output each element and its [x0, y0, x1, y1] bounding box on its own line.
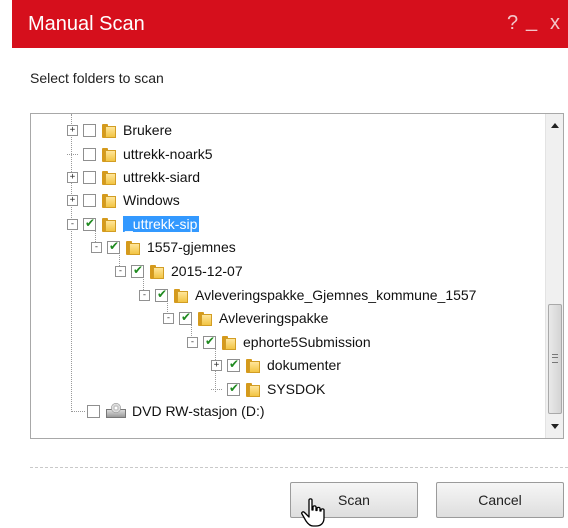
- tree-node-uttrekk-noark5[interactable]: uttrekk-noark5: [67, 143, 212, 165]
- tree-node-2015-12-07[interactable]: - 2015-12-07: [115, 260, 243, 282]
- tree-node-1557-gjemnes[interactable]: - 1557-gjemnes: [91, 236, 236, 258]
- tree-node-label[interactable]: ephorte5Submission: [243, 334, 371, 350]
- folder-icon: [198, 310, 212, 326]
- tree-node-label[interactable]: Avleveringspakke: [219, 310, 328, 326]
- minimize-icon[interactable]: _: [526, 10, 537, 33]
- instruction-text: Select folders to scan: [30, 70, 164, 86]
- checkbox[interactable]: [83, 216, 96, 231]
- checkbox[interactable]: [227, 381, 240, 396]
- tree-node-label[interactable]: 2015-12-07: [171, 263, 243, 279]
- folder-icon: [246, 381, 260, 397]
- checkbox[interactable]: [227, 357, 240, 372]
- tree-node-uttrekk-siard[interactable]: + uttrekk-siard: [67, 166, 200, 188]
- folder-icon: [102, 122, 116, 138]
- checkbox[interactable]: [155, 287, 168, 302]
- folder-icon: [102, 216, 116, 232]
- tree-node-sysdok[interactable]: SYSDOK: [211, 378, 325, 400]
- checkbox[interactable]: [179, 310, 192, 325]
- tree-node-label[interactable]: uttrekk-noark5: [123, 146, 212, 162]
- folder-icon: [246, 357, 260, 373]
- expand-icon[interactable]: +: [67, 124, 78, 136]
- vertical-scrollbar[interactable]: [545, 114, 563, 438]
- checkbox[interactable]: [83, 193, 96, 207]
- hand-cursor-icon: [301, 498, 325, 527]
- folder-icon: [174, 287, 188, 303]
- expand-icon[interactable]: +: [67, 171, 78, 183]
- expand-icon[interactable]: +: [67, 194, 78, 206]
- folder-icon: [222, 334, 236, 350]
- folder-icon: [102, 146, 116, 162]
- folder-icon: [102, 192, 116, 208]
- title-bar: Manual Scan ? _ x: [12, 0, 568, 48]
- tree-node-uttrekk-sip[interactable]: - _uttrekk-sip: [67, 213, 200, 235]
- tree-node-label[interactable]: Windows: [123, 192, 180, 208]
- tree-node-brukere[interactable]: + Brukere: [67, 119, 172, 141]
- tree-node-label[interactable]: Brukere: [123, 122, 172, 138]
- cancel-button[interactable]: Cancel: [436, 482, 564, 518]
- help-icon[interactable]: ?: [507, 12, 518, 35]
- collapse-icon[interactable]: -: [91, 241, 102, 253]
- tree-node-label[interactable]: dokumenter: [267, 357, 341, 373]
- checkbox[interactable]: [83, 123, 96, 137]
- checkbox[interactable]: [203, 334, 216, 349]
- scroll-down-arrow-icon[interactable]: [551, 424, 559, 429]
- collapse-icon[interactable]: -: [139, 289, 150, 301]
- checkbox[interactable]: [87, 404, 100, 418]
- tree-node-label[interactable]: Avleveringspakke_Gjemnes_kommune_1557: [195, 287, 476, 303]
- tree-node-ephorte5submission[interactable]: - ephorte5Submission: [187, 331, 371, 353]
- tree-node-label-selected[interactable]: _uttrekk-sip: [123, 216, 200, 232]
- window-title: Manual Scan: [28, 13, 145, 35]
- scroll-up-arrow-icon[interactable]: [551, 123, 559, 128]
- tree-line: [67, 153, 78, 155]
- expand-icon[interactable]: +: [211, 359, 222, 371]
- scrollbar-thumb[interactable]: [548, 304, 562, 414]
- folder-tree[interactable]: + Brukere uttrekk-noark5 + uttrekk-siard…: [30, 113, 564, 439]
- tree-line: [71, 410, 85, 412]
- folder-icon: [126, 239, 140, 255]
- folder-icon: [150, 263, 164, 279]
- tree-node-label[interactable]: DVD RW-stasjon (D:): [132, 403, 265, 419]
- tree-node-avleveringspakke-gjemnes[interactable]: - Avleveringspakke_Gjemnes_kommune_1557: [139, 284, 476, 306]
- grip-icon: [552, 354, 558, 363]
- tree-node-dokumenter[interactable]: + dokumenter: [211, 354, 341, 376]
- tree-node-avleveringspakke[interactable]: - Avleveringspakke: [163, 307, 328, 329]
- tree-node-label[interactable]: uttrekk-siard: [123, 169, 200, 185]
- checkbox[interactable]: [131, 263, 144, 278]
- tree-node-label[interactable]: 1557-gjemnes: [147, 239, 236, 255]
- tree-line: [211, 388, 222, 390]
- checkbox[interactable]: [83, 170, 96, 184]
- tree-node-dvd-drive[interactable]: DVD RW-stasjon (D:): [71, 400, 265, 422]
- collapse-icon[interactable]: -: [67, 218, 78, 230]
- dvd-drive-icon: [105, 403, 127, 419]
- collapse-icon[interactable]: -: [187, 336, 198, 348]
- checkbox[interactable]: [83, 147, 96, 161]
- close-icon[interactable]: x: [550, 12, 560, 35]
- folder-icon: [102, 169, 116, 185]
- collapse-icon[interactable]: -: [115, 265, 126, 277]
- collapse-icon[interactable]: -: [163, 312, 174, 324]
- tree-node-windows[interactable]: + Windows: [67, 189, 180, 211]
- divider: [30, 467, 568, 468]
- tree-node-label[interactable]: SYSDOK: [267, 381, 325, 397]
- checkbox[interactable]: [107, 239, 120, 254]
